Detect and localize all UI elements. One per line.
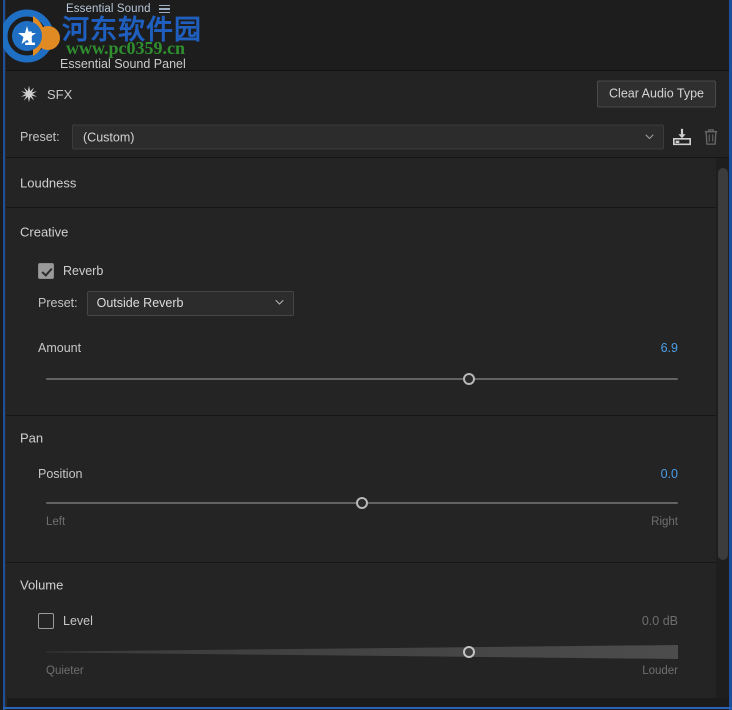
position-end-left: Left [46,516,66,528]
reverb-preset-label: Preset: [38,296,78,310]
loudness-header: Loudness [6,158,716,207]
page-title: Essential Sound Panel [60,57,186,71]
amount-label: Amount [38,341,82,355]
reverb-label: Reverb [63,264,104,278]
level-slider[interactable] [38,641,678,663]
loudness-title: Loudness [20,175,77,190]
level-slider-track [46,645,678,659]
audio-type-header: SFX Clear Audio Type [6,71,729,118]
position-slider[interactable] [38,492,678,514]
amount-value: 6.9 [660,341,678,355]
position-slider-thumb[interactable] [356,497,368,509]
reverb-preset-value: Outside Reverb [96,296,184,310]
section-pan: Pan Position 0.0 Left Right [6,416,716,563]
creative-header: Creative [6,208,716,256]
vertical-scrollbar-thumb[interactable] [718,168,728,560]
hamburger-menu-icon[interactable] [158,4,170,14]
section-creative: Creative Reverb Preset: Outside Reverb A… [6,208,716,416]
level-param-row: Level 0.0 dB [38,607,716,635]
preset-label: Preset: [20,130,60,144]
reverb-row: Reverb [38,256,716,286]
trash-delete-icon[interactable] [703,128,719,147]
position-label: Position [38,467,83,481]
panel-title-bar: Essential Sound Panel [6,18,729,71]
level-checkbox[interactable] [38,613,54,629]
pan-title: Pan [20,430,44,446]
creative-body: Reverb Preset: Outside Reverb Amount 6.9 [6,256,716,390]
focus-border-bottom [3,707,732,709]
pan-header: Pan [6,416,716,460]
preset-value: (Custom) [83,130,135,144]
save-preset-icon[interactable] [672,128,692,147]
preset-row: Preset: (Custom) [6,117,729,158]
chevron-down-icon [274,299,284,305]
section-volume: Volume Level 0.0 dB Quieter Louder [6,563,716,698]
chevron-down-icon [645,133,654,139]
level-end-right: Louder [642,665,678,677]
audio-type-group: SFX [20,85,72,103]
reverb-preset-row: Preset: Outside Reverb [38,286,716,320]
essential-sound-panel-window: Essential Sound Essential Sound Panel SF… [0,0,732,710]
tab-label: Essential Sound [66,3,151,15]
reverb-checkbox[interactable] [38,263,54,279]
level-label-group: Level [38,613,93,629]
level-end-left: Quieter [46,665,84,677]
volume-body: Level 0.0 dB Quieter Louder [6,607,716,683]
focus-border-left [3,0,5,710]
volume-title: Volume [20,577,64,593]
position-slider-ends: Left Right [38,514,678,534]
section-loudness: Loudness [6,158,716,208]
level-label: Level [63,614,93,628]
preset-dropdown[interactable]: (Custom) [72,124,664,150]
creative-title: Creative [20,224,69,240]
audio-type-label: SFX [47,86,73,102]
clear-audio-type-button[interactable]: Clear Audio Type [597,80,716,108]
volume-header: Volume [6,563,716,607]
level-value: 0.0 dB [641,614,678,628]
amount-param-row: Amount 6.9 [38,334,716,362]
position-param-row: Position 0.0 [38,460,716,488]
amount-slider[interactable] [38,368,678,390]
tab-strip: Essential Sound [6,0,729,19]
reverb-preset-dropdown[interactable]: Outside Reverb [86,290,294,316]
amount-slider-track [46,378,678,380]
sfx-starburst-icon [20,85,38,103]
tab-essential-sound[interactable]: Essential Sound [60,1,176,17]
pan-body: Position 0.0 Left Right [6,460,716,534]
level-slider-ends: Quieter Louder [38,663,678,683]
amount-slider-thumb[interactable] [463,373,476,385]
position-end-right: Right [651,516,678,528]
position-value: 0.0 [660,467,678,481]
